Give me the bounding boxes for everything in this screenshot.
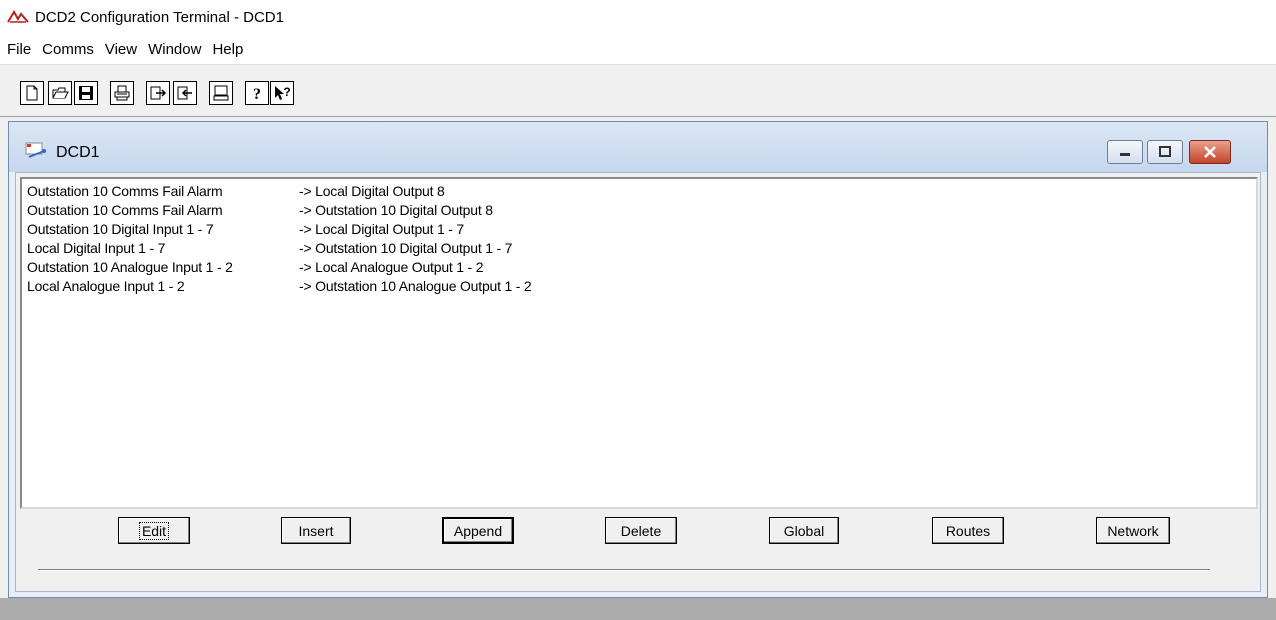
new-file-icon[interactable] [20,81,44,105]
menu-help[interactable]: Help [207,41,248,58]
append-button-label: Append [453,522,503,539]
child-title: DCD1 [56,144,100,161]
route-source: Local Digital Input 1 - 7 [27,240,166,256]
app-logo-icon [7,10,29,24]
restore-button[interactable] [1147,140,1183,164]
global-button[interactable]: Global [769,517,839,544]
global-button-label: Global [783,522,825,539]
minimize-icon [1120,153,1130,156]
append-button[interactable]: Append [442,517,514,544]
delete-button[interactable]: Delete [605,517,677,544]
save-icon[interactable] [74,81,98,105]
route-source: Outstation 10 Digital Input 1 - 7 [27,221,214,237]
terminal-icon[interactable] [209,81,233,105]
menu-comms[interactable]: Comms [37,41,99,58]
import-icon[interactable] [173,81,197,105]
svg-text:?: ? [283,85,290,99]
app-title-bar: DCD2 Configuration Terminal - DCD1 [0,0,1276,34]
route-source: Outstation 10 Comms Fail Alarm [27,202,223,218]
divider [38,569,1210,571]
route-source: Outstation 10 Analogue Input 1 - 2 [27,259,233,275]
menu-file[interactable]: File [2,41,36,58]
restore-icon [1159,146,1171,157]
help-icon[interactable]: ? [245,81,269,105]
minimize-button[interactable] [1107,140,1143,164]
route-list[interactable]: Outstation 10 Comms Fail Alarm -> Local … [20,177,1258,509]
mdi-bottom-strip [0,598,1276,620]
edit-button[interactable]: Edit [118,517,190,544]
insert-button-label: Insert [298,522,334,539]
menu-window[interactable]: Window [143,41,206,58]
routes-button[interactable]: Routes [932,517,1004,544]
network-button[interactable]: Network [1096,517,1170,544]
toolbar: ? ? [0,64,1276,114]
document-icon [25,142,47,160]
route-target: -> Outstation 10 Analogue Output 1 - 2 [299,278,532,294]
print-icon[interactable] [110,81,134,105]
menu-bar: File Comms View Window Help [0,34,1276,64]
list-item[interactable]: Outstation 10 Digital Input 1 - 7 -> Loc… [27,220,1256,239]
route-target: -> Local Digital Output 8 [299,183,445,199]
child-title-bar[interactable]: DCD1 [9,122,1267,172]
delete-button-label: Delete [620,522,662,539]
route-source: Local Analogue Input 1 - 2 [27,278,185,294]
export-icon[interactable] [146,81,170,105]
route-target: -> Local Analogue Output 1 - 2 [299,259,484,275]
list-item[interactable]: Outstation 10 Comms Fail Alarm -> Outsta… [27,201,1256,220]
close-button[interactable] [1189,140,1231,164]
context-help-icon[interactable]: ? [270,81,294,105]
edit-button-label: Edit [138,521,170,540]
app-title: DCD2 Configuration Terminal - DCD1 [35,8,284,26]
list-item[interactable]: Local Digital Input 1 - 7 -> Outstation … [27,239,1256,258]
route-target: -> Outstation 10 Digital Output 1 - 7 [299,240,513,256]
svg-text:?: ? [253,86,261,102]
route-source: Outstation 10 Comms Fail Alarm [27,183,223,199]
list-item[interactable]: Outstation 10 Comms Fail Alarm -> Local … [27,182,1256,201]
insert-button[interactable]: Insert [281,517,351,544]
close-icon [1204,146,1216,158]
menu-view[interactable]: View [100,41,142,58]
route-target: -> Local Digital Output 1 - 7 [299,221,465,237]
routes-button-label: Routes [945,522,991,539]
list-item[interactable]: Outstation 10 Analogue Input 1 - 2 -> Lo… [27,258,1256,277]
network-button-label: Network [1107,522,1159,539]
list-item[interactable]: Local Analogue Input 1 - 2 -> Outstation… [27,277,1256,296]
route-target: -> Outstation 10 Digital Output 8 [299,202,493,218]
open-folder-icon[interactable] [48,81,72,105]
